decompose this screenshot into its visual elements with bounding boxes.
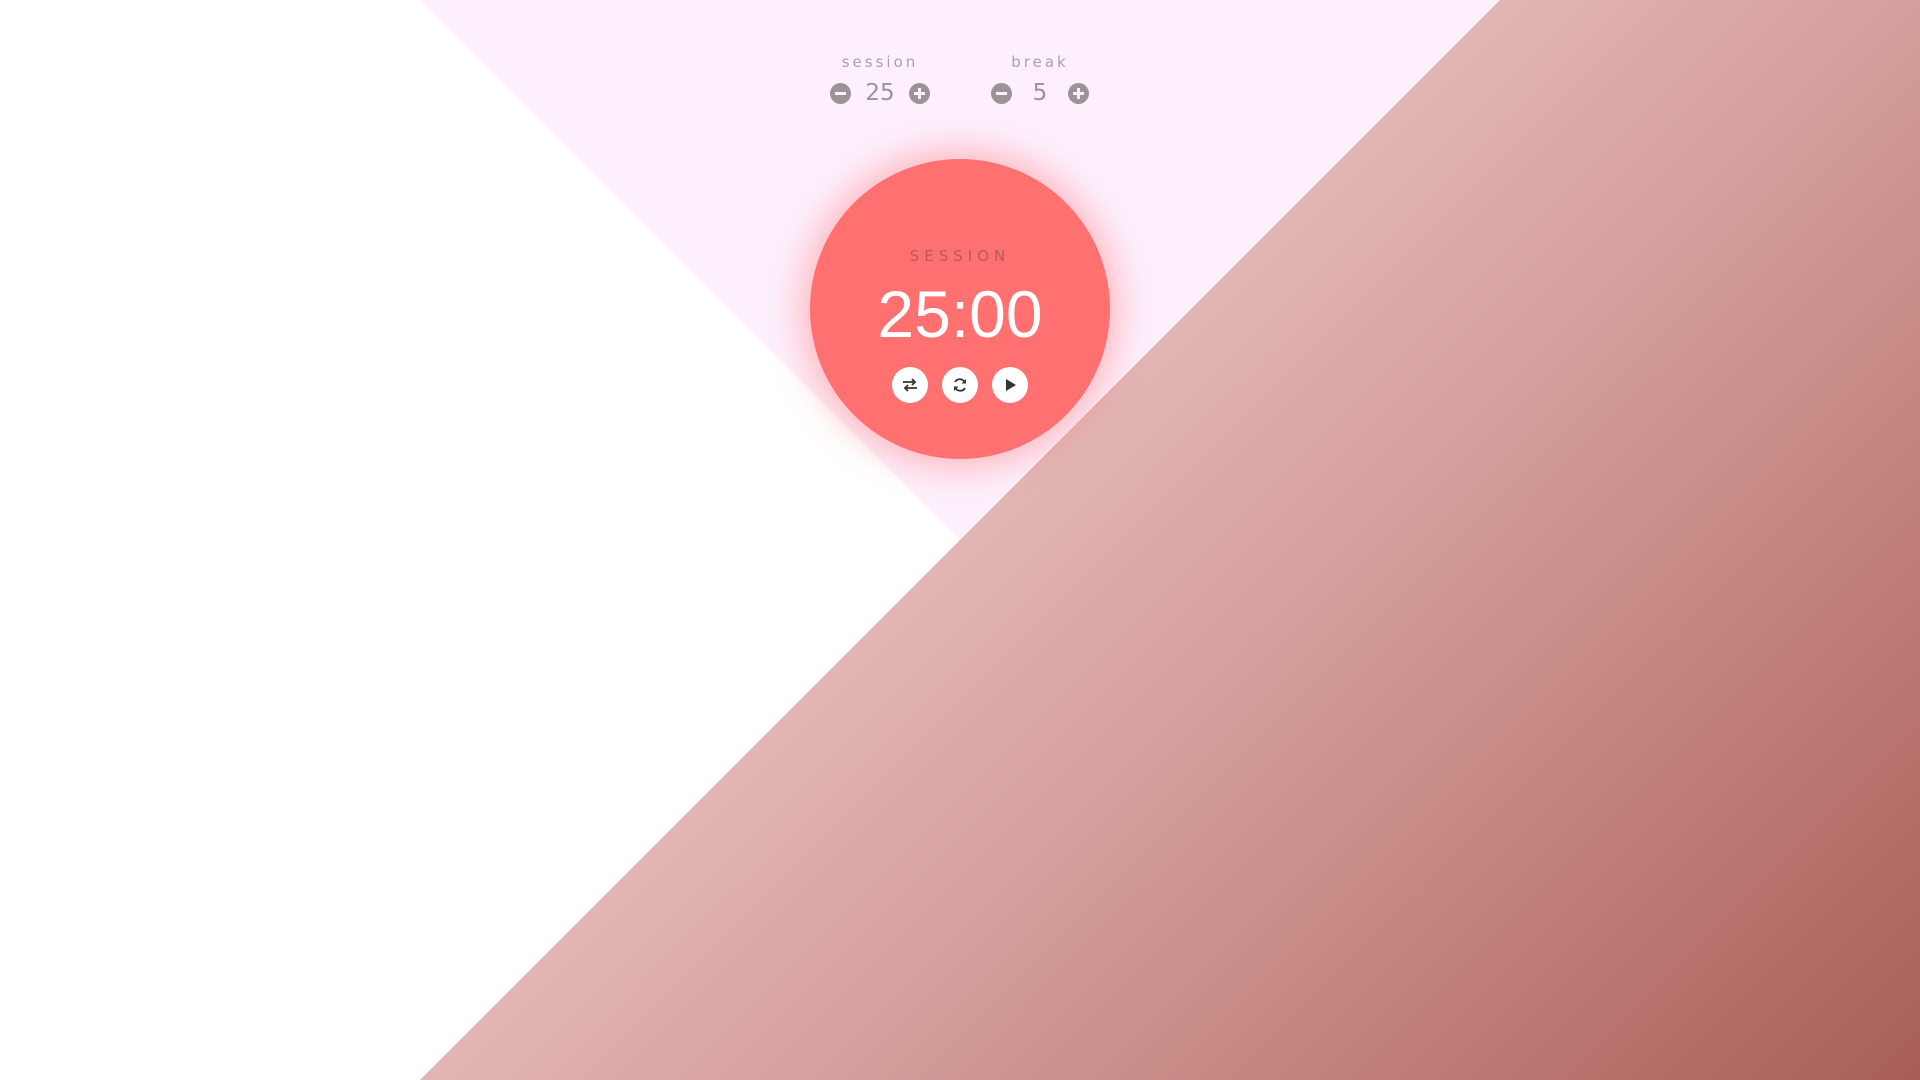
switch-mode-button[interactable] bbox=[892, 367, 928, 403]
minus-icon bbox=[996, 91, 1007, 95]
session-increment-button[interactable] bbox=[908, 82, 930, 104]
break-label: break bbox=[1011, 53, 1069, 71]
play-button[interactable] bbox=[992, 367, 1028, 403]
refresh-icon bbox=[954, 378, 966, 392]
break-decrement-button[interactable] bbox=[991, 82, 1012, 104]
timer-clock: SESSION 25:00 bbox=[810, 159, 1110, 459]
session-setting: session 25 bbox=[820, 52, 940, 108]
session-decrement-button[interactable] bbox=[830, 82, 852, 104]
break-increment-button[interactable] bbox=[1068, 82, 1089, 104]
plus-icon-vertical bbox=[917, 87, 921, 99]
reset-button[interactable] bbox=[942, 367, 978, 403]
session-length-value: 25 bbox=[865, 80, 895, 106]
swap-icon bbox=[903, 378, 917, 392]
timer-mode-label: SESSION bbox=[909, 247, 1011, 265]
play-icon bbox=[1006, 379, 1016, 391]
timer-display: 25:00 bbox=[877, 277, 1043, 351]
plus-icon-vertical bbox=[1077, 87, 1080, 99]
minus-icon bbox=[835, 91, 847, 95]
session-controls: 25 bbox=[820, 78, 940, 108]
length-settings: session 25 break 5 bbox=[820, 52, 1100, 112]
break-setting: break 5 bbox=[980, 52, 1100, 108]
break-controls: 5 bbox=[980, 78, 1100, 108]
break-length-value: 5 bbox=[1032, 80, 1048, 106]
timer-controls bbox=[810, 367, 1110, 403]
session-label: session bbox=[841, 53, 919, 71]
app-background: session 25 break 5 SESSION 25:00 bbox=[0, 0, 1920, 1080]
